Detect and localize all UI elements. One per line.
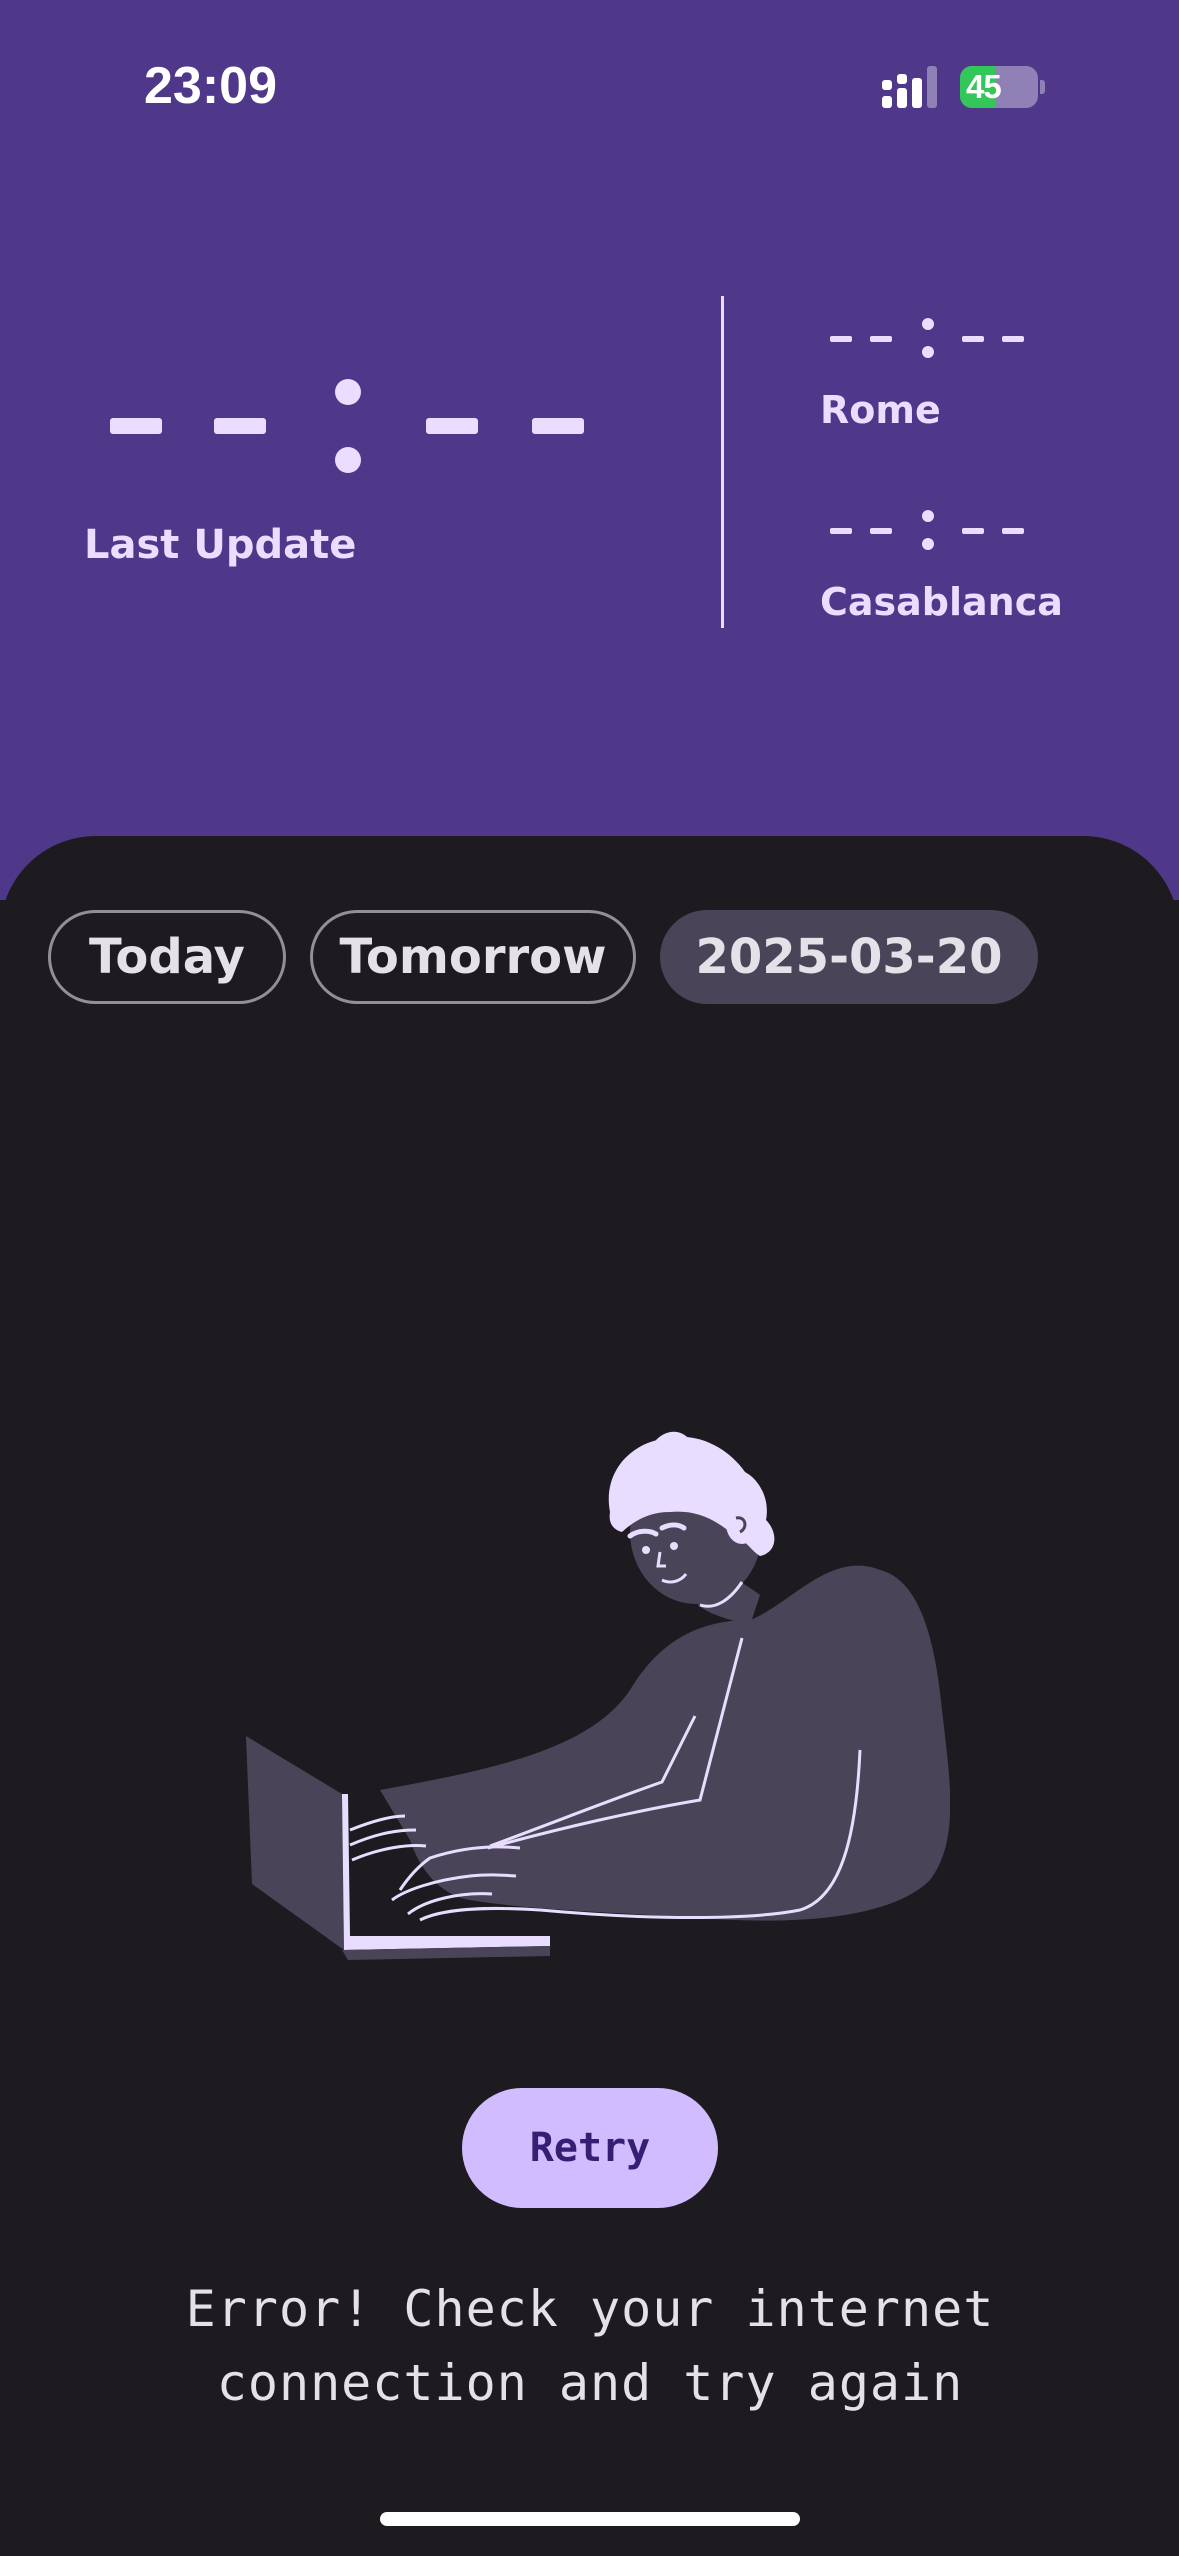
rome-label: Rome xyxy=(820,388,941,432)
battery-charging-icon: 45 xyxy=(960,66,1038,108)
last-update-time xyxy=(110,379,584,473)
person-laptop-illustration xyxy=(246,1431,950,1960)
tab-tomorrow[interactable]: Tomorrow xyxy=(310,910,636,1004)
tab-selected-date[interactable]: 2025-03-20 xyxy=(660,910,1038,1004)
error-message: Error! Check your internet connection an… xyxy=(185,2280,995,2412)
battery-level-text: 45 xyxy=(966,68,1002,105)
battery-cap xyxy=(1040,80,1045,94)
casablanca-label: Casablanca xyxy=(820,580,1063,624)
cellular-signal-icon xyxy=(882,66,937,108)
status-bar-time: 23:09 xyxy=(144,57,277,115)
tab-today[interactable]: Today xyxy=(48,910,286,1004)
casablanca-time xyxy=(830,510,1024,550)
retry-button[interactable]: Retry xyxy=(462,2088,718,2208)
rome-time xyxy=(830,318,1024,358)
home-indicator[interactable] xyxy=(380,2512,800,2526)
header-divider xyxy=(721,296,724,628)
last-update-label: Last Update xyxy=(84,522,357,568)
